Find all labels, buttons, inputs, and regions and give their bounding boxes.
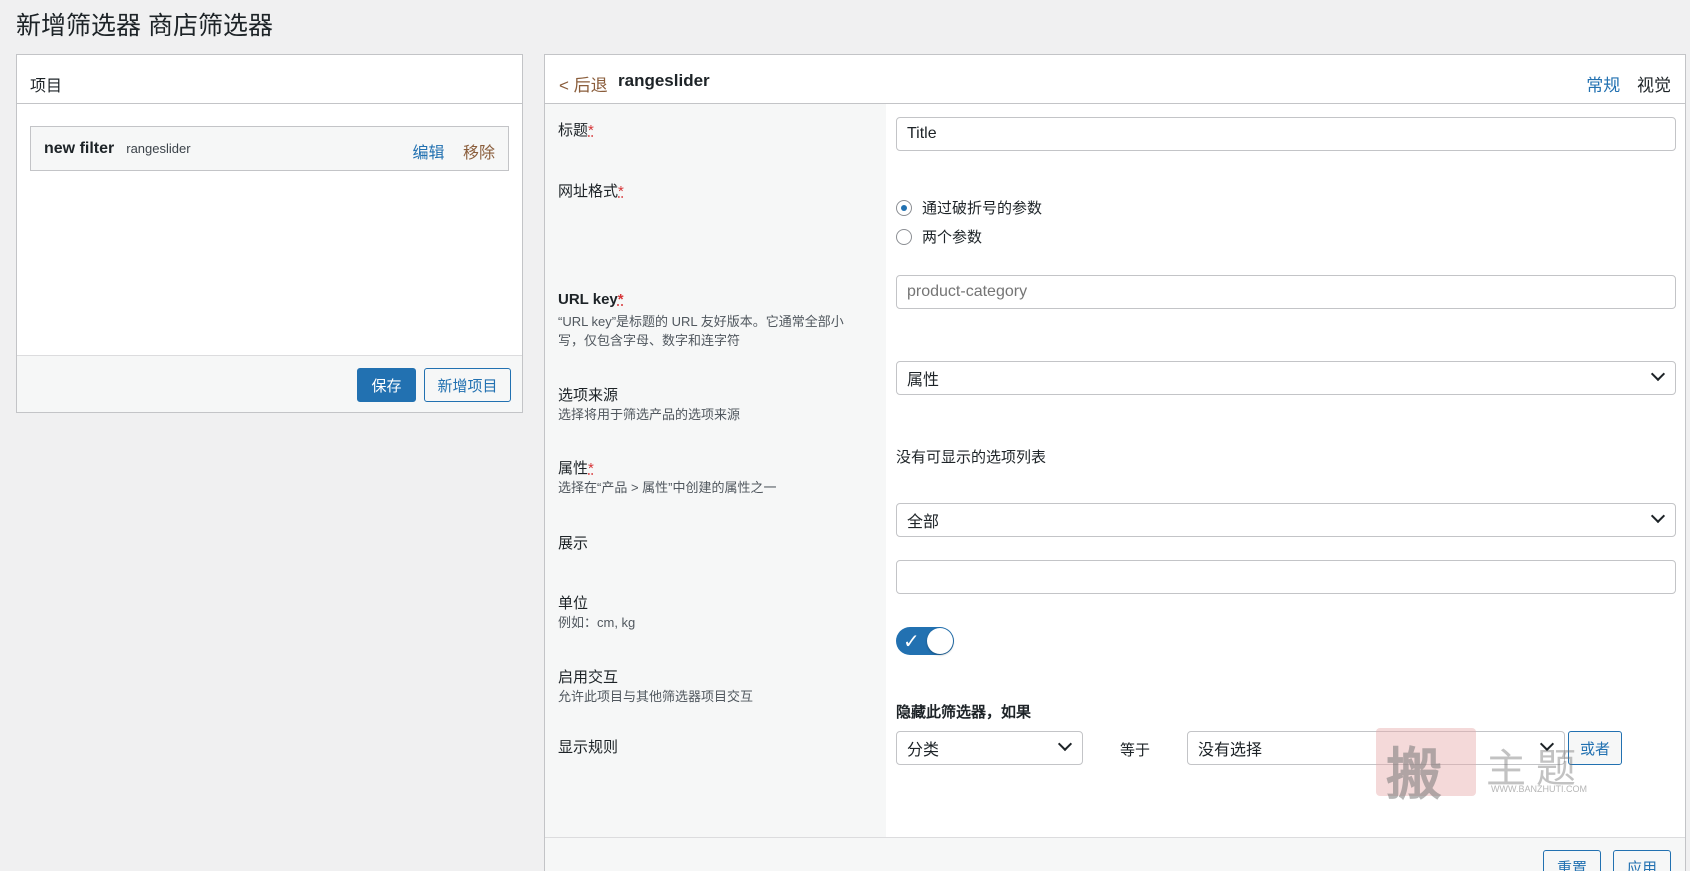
edit-link[interactable]: 编辑 [413,145,445,162]
add-item-button[interactable]: 新增项目 [424,368,511,402]
radio-label: 两个参数 [922,229,983,246]
required-mark: * [618,183,624,200]
display-select-value: 全部 [907,514,940,531]
attribute-label: 属性* [558,460,594,477]
url-format-option-dash[interactable]: 通过破折号的参数 [896,197,1042,218]
title-label: 标题* [558,122,594,139]
page-title: 新增筛选器 商店筛选器 [16,12,273,40]
chevron-down-icon [1650,508,1666,524]
url-key-label: URL key* [558,291,624,308]
radio-label: 通过破折号的参数 [922,200,1043,217]
item-type: rangeslider [126,141,191,156]
reset-button[interactable]: 重置 [1543,850,1601,871]
rule-operator: 等于 [1120,742,1151,759]
unit-input[interactable] [896,560,1676,594]
items-panel: 项目 new filter rangeslider 编辑 移除 保存 新增项目 [16,54,523,413]
items-panel-footer: 保存 新增项目 [17,355,522,412]
url-key-input[interactable] [896,275,1676,309]
tab-general[interactable]: 常规 [1586,76,1620,95]
item-settings-panel: < 后退 rangeslider 常规 视觉 标题* 网址格式* URL key… [544,54,1686,871]
unit-label: 单位 [558,595,589,612]
settings-title: rangeslider [618,71,710,90]
display-label: 展示 [558,535,589,552]
source-desc: 选择将用于筛选产品的选项来源 [558,407,741,422]
required-mark: * [588,460,594,477]
title-input[interactable] [896,117,1676,151]
required-mark: * [617,291,624,308]
rules-label: 显示规则 [558,739,619,756]
display-select[interactable]: 全部 [896,503,1676,537]
toggle-knob [927,628,953,654]
rule-field-value: 分类 [907,742,940,759]
list-item: new filter rangeslider 编辑 移除 [30,126,509,171]
rule-value-select[interactable]: 没有选择 [1187,731,1565,765]
interaction-toggle[interactable]: ✓ [896,627,954,655]
tab-visual[interactable]: 视觉 [1637,76,1671,95]
rule-value-text: 没有选择 [1198,742,1263,759]
source-label: 选项来源 [558,387,619,404]
interaction-desc: 允许此项目与其他筛选器项目交互 [558,689,754,704]
or-button[interactable]: 或者 [1568,731,1622,765]
item-name: new filter [44,139,115,157]
item-actions: 编辑 移除 [413,139,495,163]
chevron-down-icon [1057,736,1073,752]
check-icon: ✓ [903,631,920,653]
save-button[interactable]: 保存 [357,368,416,402]
radio-checked-icon[interactable] [896,199,912,216]
interaction-label: 启用交互 [558,669,619,686]
unit-desc: 例如：cm, kg [558,615,636,630]
apply-button[interactable]: 应用 [1613,850,1671,871]
url-key-desc: “URL key”是标题的 URL 友好版本。它通常全部小写，仅包含字母、数字和… [558,314,844,348]
chevron-down-icon [1650,366,1666,382]
items-panel-header: 项目 [17,55,522,104]
rules-heading: 隐藏此筛选器，如果 [896,704,1032,721]
rule-field-select[interactable]: 分类 [896,731,1083,765]
back-link[interactable]: < 后退 [559,71,608,96]
remove-link[interactable]: 移除 [463,145,495,162]
radio-unchecked-icon[interactable] [896,228,912,245]
attribute-desc: 选择在“产品 > 属性”中创建的属性之一 [558,480,777,495]
source-select-value: 属性 [907,372,940,389]
label-column: 标题* 网址格式* URL key* “URL key”是标题的 URL 友好版… [545,104,886,837]
url-format-label: 网址格式* [558,183,624,200]
url-format-option-two[interactable]: 两个参数 [896,226,982,247]
attribute-empty-text: 没有可显示的选项列表 [896,449,1047,466]
settings-tabs: 常规 视觉 [1586,71,1671,96]
settings-footer: 重置 应用 [545,837,1685,871]
required-mark: * [588,122,594,139]
chevron-down-icon [1539,736,1555,752]
source-select[interactable]: 属性 [896,361,1676,395]
settings-header: < 后退 rangeslider 常规 视觉 [545,55,1685,104]
